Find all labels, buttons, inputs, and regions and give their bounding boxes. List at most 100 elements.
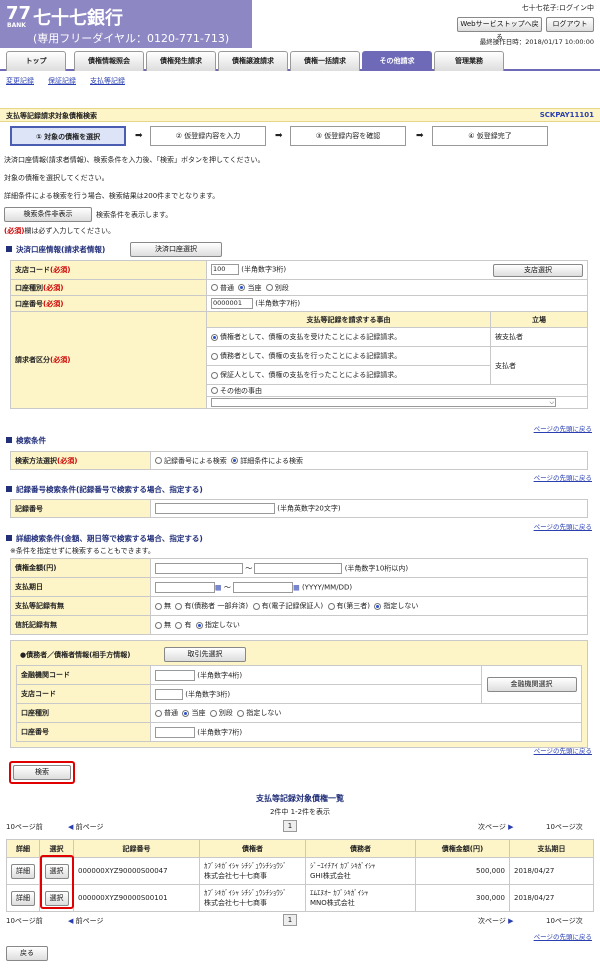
prev10-link[interactable]: 10ページ前 [6,822,43,832]
prev10-link[interactable]: 10ページ前 [6,916,43,926]
radio-label: 詳細条件による検索 [240,456,304,465]
party-type-label: 口座種別 [16,703,151,723]
calendar-icon[interactable]: ▦ [293,583,300,591]
radio-pay-third[interactable] [327,602,335,610]
next10-link[interactable]: 10ページ次 [546,822,583,832]
radio-pay-none[interactable] [155,602,162,610]
prev-page-icon[interactable]: ◀ [68,917,73,925]
col-record-no: 記録番号 [73,839,200,858]
page-top-link[interactable]: ページの先頭に戻る [534,521,592,531]
next-page-link[interactable]: 次ページ [478,823,506,831]
range-separator: 〜 [223,583,231,591]
radio-pay-unspecified[interactable] [374,602,382,610]
next10-link[interactable]: 10ページ次 [546,916,583,926]
branch-code-hint: (半角数字3桁) [241,265,287,273]
detail-button[interactable]: 詳細 [11,863,35,879]
branch-code-input[interactable]: 100 [211,263,239,275]
detail-button[interactable]: 詳細 [11,890,35,906]
reason-radio-other[interactable] [211,387,218,394]
radio-p-special[interactable] [209,709,217,717]
account-number-input[interactable]: 0000001 [211,298,253,309]
step-1: ① 対象の債権を選択 [10,126,126,146]
page-number[interactable]: 1 [283,914,297,926]
fin-select-button[interactable]: 金融機関選択 [486,677,577,692]
radio-pay-debtor[interactable] [175,602,183,610]
due-date-hint: (YYYY/MM/DD) [301,583,353,591]
due-date-label: 支払期日 [10,577,151,597]
radio-label: 当座 [247,283,262,292]
tab-other[interactable]: その他請求 [362,51,432,71]
back-button[interactable]: 戻る [6,946,48,961]
radio-ordinary[interactable] [211,284,218,291]
party-number-label: 口座番号 [16,722,151,742]
subnav-guarantee-record[interactable]: 保証記録 [48,77,76,85]
tab-transfer[interactable]: 債権譲渡請求 [218,51,288,71]
page-top-link[interactable]: ページの先頭に戻る [534,745,592,755]
fin-code-input[interactable] [155,669,195,681]
reason-radio-debtor[interactable] [211,352,218,360]
required-mark: (必須) [50,266,71,274]
next-page-link[interactable]: 次ページ [478,917,506,925]
amount-label: 債権金額(円) [10,558,151,578]
subnav-payment-record[interactable]: 支払等記録 [90,77,125,85]
account-select-button[interactable]: 決済口座選択 [130,242,222,257]
radio-trust-yes[interactable] [175,621,183,629]
tab-admin[interactable]: 管理業務 [434,51,504,71]
fin-code-hint: (半角数字4桁) [197,671,243,679]
calendar-icon[interactable]: ▦ [215,583,222,591]
intro-line: 詳細条件による検索を行う場合、検索結果は200件までとなります。 [4,192,220,200]
debtor-name: GHI株式会社 [310,872,351,880]
page-top-link[interactable]: ページの先頭に戻る [534,423,592,433]
required-mark: (必須) [57,456,78,465]
payment-record-label: 支払等記録有無 [10,596,151,616]
tab-top[interactable]: トップ [6,51,66,71]
results-table: 詳細 選択 記録番号 債権者 債務者 債権金額(円) 支払期日 詳細 選択 00… [6,839,594,912]
radio-p-ordinary[interactable] [155,709,162,717]
party-branch-input[interactable] [155,688,183,700]
tab-claim-inquiry[interactable]: 債権情報照会 [74,51,144,71]
amount-to-input[interactable] [254,562,343,574]
page-number[interactable]: 1 [283,820,297,832]
reason-radio-creditor[interactable] [211,333,218,341]
radio-record-number-search[interactable] [155,457,162,464]
prev-page-icon[interactable]: ◀ [68,823,73,831]
radio-label: 有 [184,621,192,629]
reason-radio-guarantor[interactable] [211,371,218,379]
prev-page-link[interactable]: 前ページ [76,823,104,831]
radio-p-unspecified[interactable] [237,709,245,717]
radio-special[interactable] [265,284,273,291]
web-top-button[interactable]: Webサービストップへ戻る [457,17,542,41]
due-from-input[interactable] [155,581,215,593]
due-to-input[interactable] [233,581,294,593]
subnav-change-record[interactable]: 変更記録 [6,77,34,85]
tab-issue[interactable]: 債権発生請求 [146,51,216,71]
page-top-link[interactable]: ページの先頭に戻る [534,931,592,941]
partner-select-button[interactable]: 取引先選択 [164,647,246,662]
radio-trust-unspecified[interactable] [195,621,203,629]
record-number-input[interactable] [155,503,275,514]
radio-pay-guarantor[interactable] [252,602,260,610]
radio-detail-search[interactable] [231,457,239,464]
amount: 500,000 [415,857,510,885]
logout-button[interactable]: ログアウト [546,17,594,32]
search-button[interactable]: 検索 [13,765,71,780]
tab-bulk[interactable]: 債権一括請求 [290,51,360,71]
prev-page-link[interactable]: 前ページ [76,917,104,925]
results-title: 支払等記録対象債権一覧 [256,794,344,803]
party-number-input[interactable] [155,726,195,738]
branch-select-button[interactable]: 支店選択 [493,263,583,277]
reason-header: 支払等記録を請求する事由 [206,311,491,328]
toggle-conditions-button[interactable]: 検索条件非表示 [4,207,92,222]
page-top-link[interactable]: ページの先頭に戻る [534,472,592,482]
radio-p-current[interactable] [182,709,190,717]
radio-trust-none[interactable] [155,621,162,629]
required-mark: (必須) [43,283,64,292]
next-page-icon[interactable]: ▶ [508,917,513,925]
radio-current[interactable] [238,284,246,291]
branch-hint: (半角数字3桁) [185,690,231,698]
last-operation: 最終操作日時：2018/01/17 10:00:00 [479,38,594,46]
other-reason-select[interactable]: ⌵ [211,398,556,407]
amount-from-input[interactable] [155,562,243,574]
next-page-icon[interactable]: ▶ [508,823,513,831]
account-section-title: 決済口座情報(請求者情報) [6,244,105,255]
